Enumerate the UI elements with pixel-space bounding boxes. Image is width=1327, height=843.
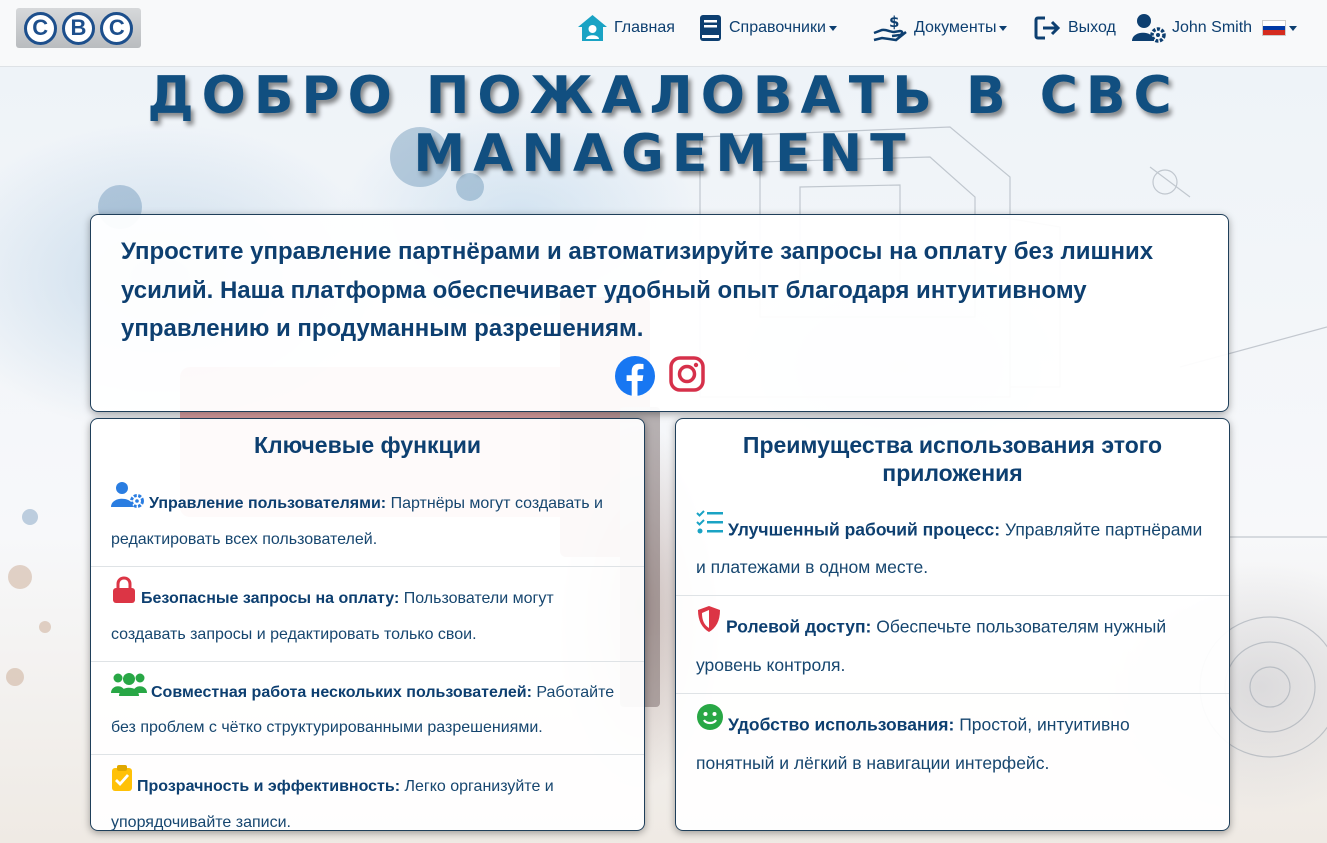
feature-item: Управление пользователями: Партнёры могу… [91,472,644,567]
logo-letter: C [23,11,57,45]
page-title-line1: ДОБРО ПОЖАЛОВАТЬ В CBC [147,66,1180,126]
home-user-icon [577,14,608,42]
chevron-down-icon [999,25,1008,31]
chevron-down-icon [1289,25,1298,31]
navbar: C B C Главная Справочники $ Документы Вы… [0,0,1327,67]
feature-item: Прозрачность и эффективность: Легко орга… [91,755,644,843]
russian-flag-icon[interactable] [1262,20,1287,36]
nav-directories-label: Справочники [729,19,826,36]
intro-text: Упростите управление партнёрами и автома… [121,238,1154,342]
benefit-item: Ролевой доступ: Обеспечьте пользователям… [676,596,1229,694]
logo-letter: C [100,11,134,45]
benefit-title: Удобство использования: [728,714,955,735]
instagram-icon[interactable] [668,355,706,397]
benefits-card: Преимущества использования этого приложе… [675,418,1230,831]
nav-home-link[interactable]: Главная [577,12,675,44]
intro-card: Упростите управление партнёрами и автома… [90,214,1229,412]
nav-home-label: Главная [614,19,675,36]
nav-logout-label: Выход [1068,19,1116,36]
benefit-title: Ролевой доступ: [726,616,872,637]
clipboard-check-icon [111,764,133,804]
list-check-icon [696,509,724,547]
benefit-title: Улучшенный рабочий процесс: [728,519,1001,540]
benefit-item: Улучшенный рабочий процесс: Управляйте п… [676,500,1229,596]
benefits-title: Преимущества использования этого приложе… [742,432,1163,486]
feature-title: Управление пользователями: [149,495,387,513]
social-links [121,355,1198,397]
sign-out-icon [1034,15,1062,41]
nav-documents-label: Документы [914,19,997,36]
users-gear-icon [111,481,145,521]
user-gear-icon [1132,13,1166,43]
users-icon [111,671,147,709]
lock-icon [111,576,137,616]
feature-title: Прозрачность и эффективность: [137,778,401,796]
hand-money-icon: $ [872,13,908,43]
key-features-card: Ключевые функции Управление пользователя… [90,418,645,831]
smile-icon [696,703,724,743]
feature-title: Безопасные запросы на оплату: [141,590,400,608]
benefit-item: Удобство использования: Простой, интуити… [676,694,1229,791]
chevron-down-icon [828,25,837,31]
feature-item: Совместная работа нескольких пользовател… [91,662,644,755]
key-features-title: Ключевые функции [254,432,481,458]
nav-directories-dropdown[interactable]: Справочники [699,12,837,44]
book-icon [699,14,723,42]
page-title-line2: MANAGEMENT [413,124,914,184]
feature-item: Безопасные запросы на оплату: Пользовате… [91,567,644,662]
svg-text:$: $ [889,13,899,31]
page-title: ДОБРО ПОЖАЛОВАТЬ В CBC MANAGEMENT [0,67,1327,183]
feature-title: Совместная работа нескольких пользовател… [151,684,532,702]
shield-icon [696,605,722,645]
facebook-icon[interactable] [614,355,656,397]
cbc-logo[interactable]: C B C [16,8,141,48]
logo-letter: B [61,11,95,45]
nav-documents-dropdown[interactable]: $ Документы [872,12,1008,44]
nav-logout-link[interactable]: Выход [1034,12,1116,44]
nav-user-menu[interactable]: John Smith [1132,12,1298,44]
nav-user-name: John Smith [1172,19,1253,36]
